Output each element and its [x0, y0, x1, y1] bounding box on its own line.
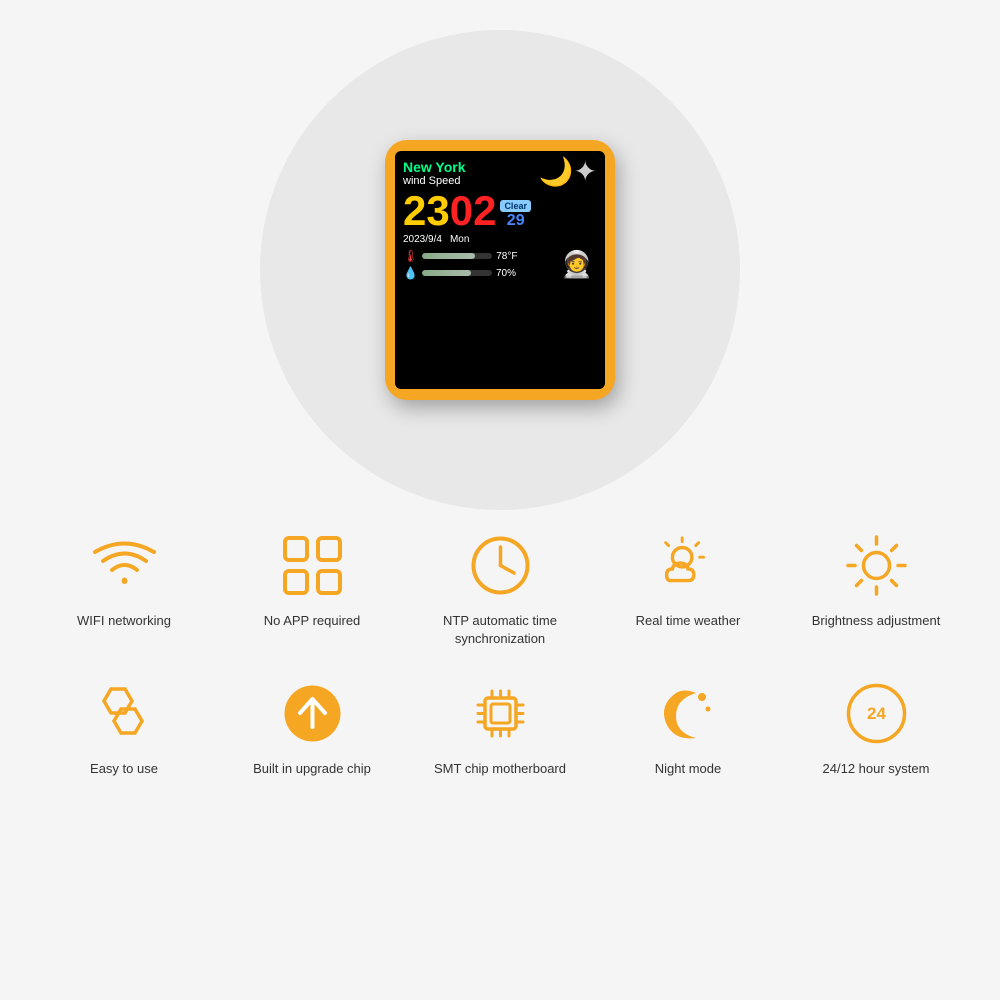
time-part2: 02: [450, 190, 497, 232]
temp-bar: [422, 253, 492, 259]
temperature-display: 29: [507, 212, 525, 230]
feature-hour: 24 24/12 hour system: [791, 678, 961, 778]
ntp-label: NTP automatic time synchronization: [415, 612, 585, 648]
clock-icon: [468, 533, 533, 598]
moon-icon: [656, 681, 721, 746]
grid-icon: [280, 533, 345, 598]
features-row-1: WIFI networking No APP required: [30, 530, 970, 648]
circle-background: New York wind Speed 🌙✦ 23 02 Clear 29 20…: [260, 30, 740, 510]
feature-no-app: No APP required: [227, 530, 397, 630]
hexagon-icon: [89, 681, 159, 746]
no-app-icon-container: [277, 530, 347, 600]
feature-easy: Easy to use: [39, 678, 209, 778]
weather-label: Real time weather: [636, 612, 741, 630]
device-screen: New York wind Speed 🌙✦ 23 02 Clear 29 20…: [395, 151, 605, 389]
feature-night: Night mode: [603, 678, 773, 778]
brightness-label: Brightness adjustment: [812, 612, 941, 630]
easy-label: Easy to use: [90, 760, 158, 778]
upload-chip-icon: [280, 681, 345, 746]
wifi-icon-container: [89, 530, 159, 600]
date-display: 2023/9/4: [403, 234, 442, 245]
night-icon-container: [653, 678, 723, 748]
feature-wifi: WIFI networking: [39, 530, 209, 630]
humidity-bar: [422, 270, 492, 276]
chip-icon: [468, 681, 533, 746]
wifi-icon: [92, 538, 157, 593]
features-row-2: Easy to use Built in upgrade chip: [30, 678, 970, 778]
sun-cloud-icon: [653, 535, 723, 595]
hour-label: 24/12 hour system: [823, 760, 930, 778]
features-section: WIFI networking No APP required: [0, 520, 1000, 809]
feature-upgrade: Built in upgrade chip: [227, 678, 397, 778]
easy-icon-container: [89, 678, 159, 748]
svg-text:24: 24: [867, 704, 886, 723]
device-unit: New York wind Speed 🌙✦ 23 02 Clear 29 20…: [385, 140, 615, 400]
humidity-value: 70%: [496, 268, 516, 279]
astronaut-icon: 🧑‍🚀: [561, 249, 593, 280]
temp-value: 78°F: [496, 251, 517, 262]
smt-icon-container: [465, 678, 535, 748]
hour-icon-container: 24: [841, 678, 911, 748]
weather-condition: Clear: [500, 200, 531, 212]
upgrade-label: Built in upgrade chip: [253, 760, 371, 778]
weather-icon-container: [653, 530, 723, 600]
moon-star-icon: 🌙✦: [539, 155, 597, 188]
no-app-label: No APP required: [264, 612, 361, 630]
feature-weather: Real time weather: [603, 530, 773, 630]
feature-ntp: NTP automatic time synchronization: [415, 530, 585, 648]
night-label: Night mode: [655, 760, 721, 778]
clock24-icon: 24: [844, 681, 909, 746]
wind-label: wind Speed: [403, 175, 466, 187]
feature-brightness: Brightness adjustment: [791, 530, 961, 630]
ntp-icon-container: [465, 530, 535, 600]
sun-icon: [844, 533, 909, 598]
brightness-icon-container: [841, 530, 911, 600]
day-display: Mon: [450, 234, 469, 245]
humidity-icon: 💧: [403, 266, 418, 280]
thermometer-icon: 🌡: [403, 249, 418, 263]
hero-section: New York wind Speed 🌙✦ 23 02 Clear 29 20…: [0, 0, 1000, 520]
city-name: New York: [403, 159, 466, 175]
time-part1: 23: [403, 190, 450, 232]
upgrade-icon-container: [277, 678, 347, 748]
feature-smt: SMT chip motherboard: [415, 678, 585, 778]
smt-label: SMT chip motherboard: [434, 760, 566, 778]
wifi-label: WIFI networking: [77, 612, 171, 630]
